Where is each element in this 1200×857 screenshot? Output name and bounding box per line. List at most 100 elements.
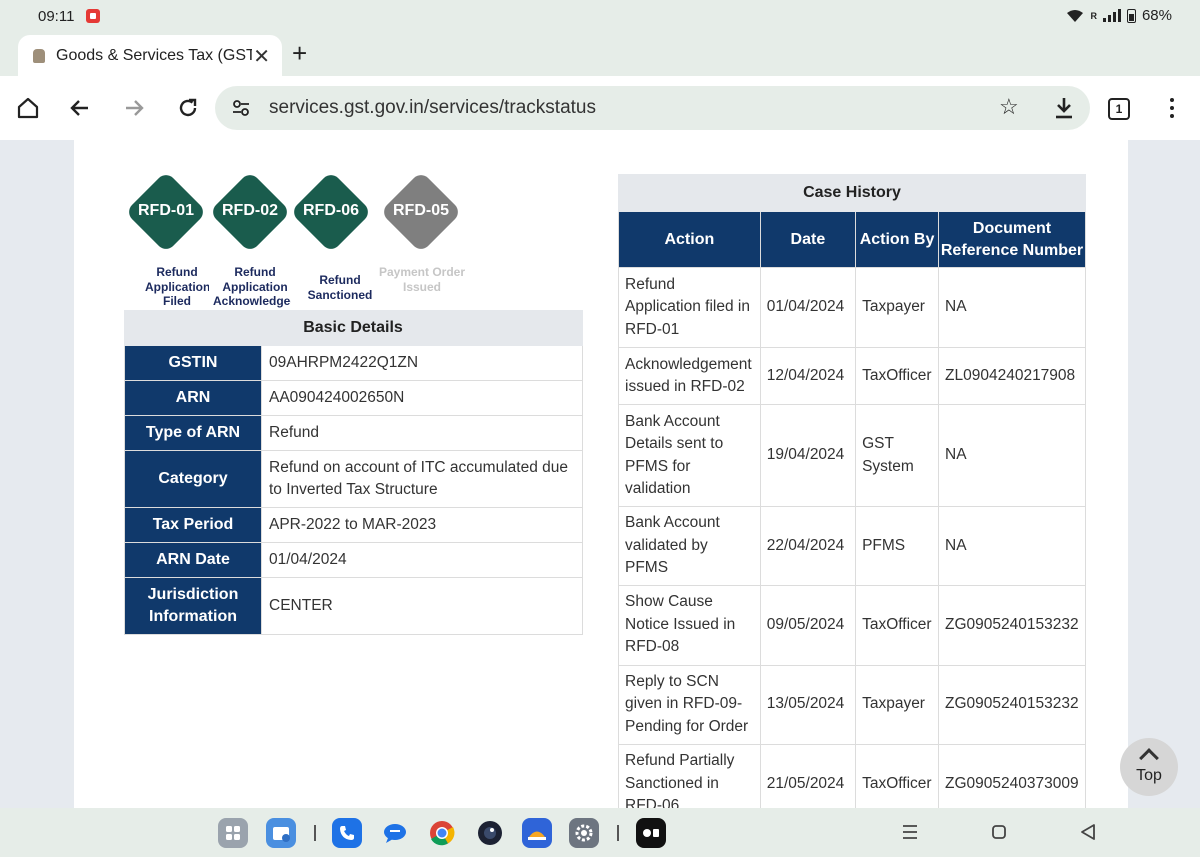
new-tab-button[interactable]: + xyxy=(292,38,307,69)
case-history-table: Case History Action Date Action By Docum… xyxy=(618,174,1086,808)
cell-action: Refund Application filed in RFD-01 xyxy=(618,267,761,348)
cell-reference: ZG0905240373009 xyxy=(938,743,1086,808)
step-code: RFD-01 xyxy=(137,202,194,219)
cell-date: 22/04/2024 xyxy=(759,506,857,586)
step-label-line: Refund xyxy=(319,273,361,287)
field-value: CENTER xyxy=(261,577,583,635)
home-button[interactable] xyxy=(10,90,46,126)
site-settings-icon[interactable] xyxy=(231,98,251,118)
tab-switcher-button[interactable]: 1 xyxy=(1108,98,1130,120)
download-icon[interactable] xyxy=(1053,96,1075,120)
screen-record-icon xyxy=(86,9,100,23)
step-code: RFD-06 xyxy=(302,202,359,219)
bookmark-star-icon[interactable]: ☆ xyxy=(999,94,1019,120)
triangle-back-icon xyxy=(1081,824,1095,840)
network-type-label: R xyxy=(1090,10,1097,21)
gst-emblem-icon xyxy=(30,47,48,65)
wifi-icon xyxy=(1067,9,1084,22)
field-value: APR-2022 to MAR-2023 xyxy=(261,507,583,543)
home-nav-button[interactable] xyxy=(991,822,1007,847)
case-history-title: Case History xyxy=(618,174,1086,212)
column-header: Action By xyxy=(855,211,940,268)
close-tab-icon[interactable]: ✕ xyxy=(253,44,270,69)
field-label: Tax Period xyxy=(124,507,262,543)
step-label: Payment Order Issued xyxy=(372,265,472,294)
status-icons: R 68% xyxy=(1066,7,1172,24)
cell-action-by: GST System xyxy=(855,404,940,507)
cell-action: Refund Partially Sanctioned in RFD-06 xyxy=(618,743,761,808)
page-content: RFD-01 Refund Application Filed RFD-02 R… xyxy=(74,140,1128,808)
cell-reference: NA xyxy=(938,404,1086,507)
cell-action-by: Taxpayer xyxy=(855,267,940,348)
browser-tab[interactable]: Goods & Services Tax (GST) ✕ xyxy=(18,35,282,76)
step-label-line: Refund xyxy=(156,265,198,279)
cell-date: 19/04/2024 xyxy=(759,404,857,507)
files-icon[interactable] xyxy=(266,818,296,848)
forward-button[interactable] xyxy=(116,90,152,126)
settings-icon[interactable] xyxy=(569,818,599,848)
reload-button[interactable] xyxy=(170,90,206,126)
step-label-line: Refund xyxy=(234,265,276,279)
cell-action-by: PFMS xyxy=(855,506,940,586)
back-nav-button[interactable] xyxy=(1080,822,1096,847)
signal-icon xyxy=(1102,9,1121,22)
step-label-line: Payment Order xyxy=(378,265,466,279)
phone-icon[interactable] xyxy=(332,818,362,848)
chevron-up-icon xyxy=(1139,748,1159,768)
table-row: Acknowledgement issued in RFD-02 12/04/2… xyxy=(618,347,1086,405)
table-row: Type of ARN Refund xyxy=(124,415,583,451)
cell-action-by: TaxOfficer xyxy=(855,584,940,666)
battery-level: 68% xyxy=(1141,7,1172,24)
scroll-to-top-button[interactable]: Top xyxy=(1120,738,1178,796)
field-label: Jurisdiction Information xyxy=(124,577,262,635)
recent-apps-button[interactable] xyxy=(902,822,918,847)
step-label-line: Acknowledged xyxy=(213,294,291,308)
column-header: Action xyxy=(618,211,761,268)
browser-toolbar: services.gst.gov.in/services/trackstatus… xyxy=(0,76,1200,140)
taskbar-dock xyxy=(0,808,1200,857)
step-code: RFD-02 xyxy=(221,202,278,219)
cell-action: Show Cause Notice Issued in RFD-08 xyxy=(618,584,761,666)
cell-date: 12/04/2024 xyxy=(759,347,857,405)
table-row: Tax Period APR-2022 to MAR-2023 xyxy=(124,507,583,543)
field-value: Refund on account of ITC accumulated due… xyxy=(261,450,583,508)
basic-details-table: Basic Details GSTIN 09AHRPM2422Q1ZN ARN … xyxy=(124,310,583,635)
basic-details-title: Basic Details xyxy=(124,310,583,346)
cell-action-by: TaxOfficer xyxy=(855,743,940,808)
step-rfd-05: RFD-05 xyxy=(379,170,463,254)
address-bar[interactable]: services.gst.gov.in/services/trackstatus… xyxy=(215,86,1090,130)
step-code: RFD-05 xyxy=(392,202,449,219)
field-value: 01/04/2024 xyxy=(261,542,583,578)
cell-reference: ZL0904240217908 xyxy=(938,347,1086,405)
table-row: Jurisdiction Information CENTER xyxy=(124,577,583,635)
status-time: 09:11 xyxy=(38,8,75,25)
table-row: Reply to SCN given in RFD-09-Pending for… xyxy=(618,664,1086,745)
apps-grid-icon[interactable] xyxy=(218,818,248,848)
table-row: ARN AA090424002650N xyxy=(124,380,583,416)
cell-action: Bank Account validated by PFMS xyxy=(618,506,761,586)
cell-reference: NA xyxy=(938,267,1086,348)
field-label: ARN Date xyxy=(124,542,262,578)
step-rfd-06: RFD-06 xyxy=(289,170,373,254)
camera-icon[interactable] xyxy=(475,818,505,848)
cell-date: 21/05/2024 xyxy=(759,743,857,808)
menu-kebab-icon[interactable] xyxy=(1170,98,1174,122)
tab-strip: Goods & Services Tax (GST) ✕ + xyxy=(0,32,1200,76)
cell-action: Acknowledgement issued in RFD-02 xyxy=(618,347,761,405)
cell-date: 09/05/2024 xyxy=(759,584,857,666)
chrome-icon[interactable] xyxy=(427,818,457,848)
step-label: Refund Sanctioned xyxy=(298,273,382,302)
column-header: Date xyxy=(759,211,857,268)
cell-action-by: Taxpayer xyxy=(855,664,940,745)
step-label: Refund Application Acknowledged xyxy=(213,265,297,309)
step-label-line: Application xyxy=(222,279,288,294)
cell-action: Bank Account Details sent to PFMS for va… xyxy=(618,404,761,507)
field-value: AA090424002650N xyxy=(261,380,583,416)
cell-action-by: TaxOfficer xyxy=(855,347,940,405)
home-icon xyxy=(17,97,39,119)
messages-icon[interactable] xyxy=(380,818,410,848)
back-button[interactable] xyxy=(62,90,98,126)
cell-reference: NA xyxy=(938,506,1086,586)
weather-icon[interactable] xyxy=(522,818,552,848)
recorder-icon[interactable] xyxy=(636,818,666,848)
